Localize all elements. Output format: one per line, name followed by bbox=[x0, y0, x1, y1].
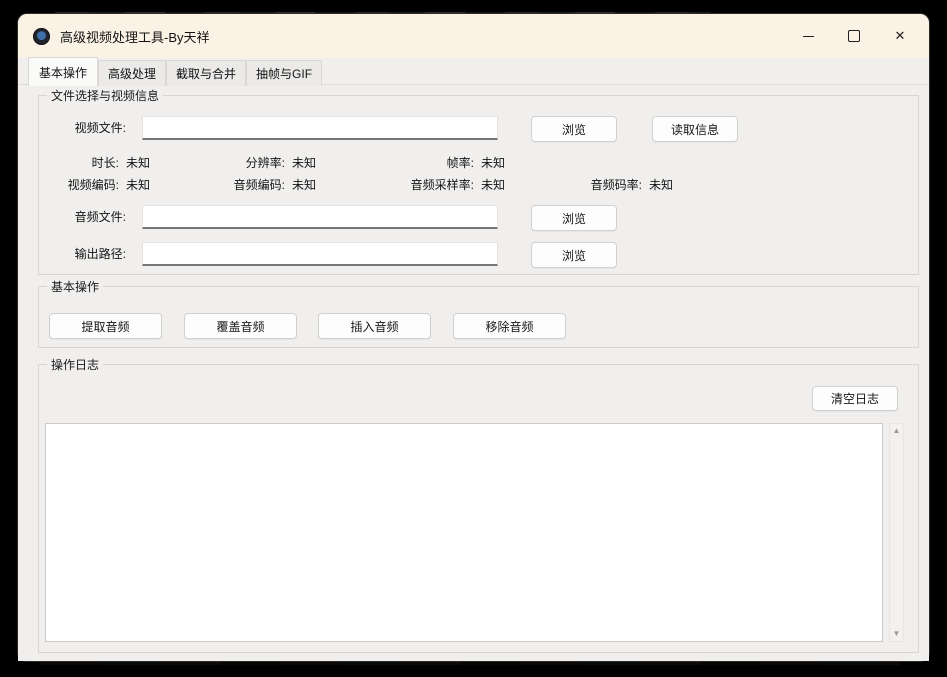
video-info-row-1: 时长: 未知 分辨率: 未知 帧率: 未知 bbox=[49, 154, 537, 171]
duration-value: 未知 bbox=[126, 154, 150, 171]
tab-basic-operations[interactable]: 基本操作 bbox=[28, 57, 98, 86]
audio-file-browse-button[interactable]: 浏览 bbox=[531, 205, 617, 231]
video-file-row: 视频文件: 浏览 读取信息 bbox=[39, 116, 918, 141]
audio-bitrate-value: 未知 bbox=[649, 176, 673, 193]
tab-content-pane: 文件选择与视频信息 视频文件: 浏览 读取信息 时长: 未知 分辨率: 未知 bbox=[18, 84, 929, 661]
log-groupbox: 操作日志 清空日志 ▲ ▼ bbox=[38, 364, 919, 653]
insert-audio-button[interactable]: 插入音频 bbox=[318, 313, 431, 339]
basic-operations-groupbox: 基本操作 提取音频 覆盖音频 插入音频 移除音频 bbox=[38, 286, 919, 348]
file-info-groupbox-title: 文件选择与视频信息 bbox=[47, 87, 163, 104]
audio-samplerate-value: 未知 bbox=[481, 176, 505, 193]
tab-cut-and-merge[interactable]: 截取与合并 bbox=[166, 60, 246, 86]
log-textarea[interactable] bbox=[45, 423, 883, 642]
audio-samplerate-field: 音频采样率: 未知 bbox=[349, 176, 537, 193]
remove-audio-button[interactable]: 移除音频 bbox=[453, 313, 566, 339]
video-file-browse-button[interactable]: 浏览 bbox=[531, 116, 617, 142]
scroll-up-icon[interactable]: ▲ bbox=[893, 424, 901, 438]
duration-label: 时长: bbox=[49, 154, 119, 171]
log-scrollbar[interactable]: ▲ ▼ bbox=[889, 423, 904, 642]
audio-bitrate-field: 音频码率: 未知 bbox=[537, 176, 719, 193]
app-icon bbox=[33, 28, 50, 45]
resolution-value: 未知 bbox=[292, 154, 316, 171]
resolution-label: 分辨率: bbox=[185, 154, 285, 171]
video-codec-label: 视频编码: bbox=[49, 176, 119, 193]
app-window: 高级视频处理工具-By天祥 ✕ 基本操作 高级处理 截取与合并 抽帧与GIF 文… bbox=[18, 14, 929, 661]
log-groupbox-title: 操作日志 bbox=[47, 356, 103, 373]
video-file-label: 视频文件: bbox=[39, 116, 126, 141]
audio-file-row: 音频文件: 浏览 bbox=[39, 205, 918, 230]
video-info-row-2: 视频编码: 未知 音频编码: 未知 音频采样率: 未知 音频码率: 未知 bbox=[49, 176, 719, 193]
output-path-browse-button[interactable]: 浏览 bbox=[531, 242, 617, 268]
duration-field: 时长: 未知 bbox=[49, 154, 185, 171]
audio-codec-value: 未知 bbox=[292, 176, 316, 193]
maximize-icon bbox=[848, 30, 860, 42]
resolution-field: 分辨率: 未知 bbox=[185, 154, 349, 171]
clear-log-button[interactable]: 清空日志 bbox=[812, 386, 898, 411]
file-info-groupbox: 文件选择与视频信息 视频文件: 浏览 读取信息 时长: 未知 分辨率: 未知 bbox=[38, 95, 919, 275]
video-file-input[interactable] bbox=[142, 116, 498, 140]
audio-file-input[interactable] bbox=[142, 205, 498, 229]
overwrite-audio-button[interactable]: 覆盖音频 bbox=[184, 313, 297, 339]
tab-frames-and-gif[interactable]: 抽帧与GIF bbox=[246, 60, 322, 86]
minimize-icon bbox=[803, 36, 814, 37]
minimize-button[interactable] bbox=[785, 14, 831, 58]
window-title: 高级视频处理工具-By天祥 bbox=[60, 27, 210, 46]
audio-codec-label: 音频编码: bbox=[185, 176, 285, 193]
output-path-label: 输出路径: bbox=[39, 242, 126, 267]
basic-operations-groupbox-title: 基本操作 bbox=[47, 278, 103, 295]
output-path-row: 输出路径: 浏览 bbox=[39, 242, 918, 267]
extract-audio-button[interactable]: 提取音频 bbox=[49, 313, 162, 339]
audio-samplerate-label: 音频采样率: bbox=[349, 176, 474, 193]
framerate-label: 帧率: bbox=[349, 154, 474, 171]
video-codec-value: 未知 bbox=[126, 176, 150, 193]
window-controls: ✕ bbox=[785, 14, 929, 58]
audio-file-label: 音频文件: bbox=[39, 205, 126, 230]
framerate-field: 帧率: 未知 bbox=[349, 154, 537, 171]
video-codec-field: 视频编码: 未知 bbox=[49, 176, 185, 193]
audio-bitrate-label: 音频码率: bbox=[537, 176, 642, 193]
tab-bar: 基本操作 高级处理 截取与合并 抽帧与GIF bbox=[18, 58, 929, 85]
close-button[interactable]: ✕ bbox=[877, 14, 923, 58]
output-path-input[interactable] bbox=[142, 242, 498, 266]
read-info-button[interactable]: 读取信息 bbox=[652, 116, 738, 142]
audio-codec-field: 音频编码: 未知 bbox=[185, 176, 349, 193]
maximize-button[interactable] bbox=[831, 14, 877, 58]
framerate-value: 未知 bbox=[481, 154, 505, 171]
scroll-down-icon[interactable]: ▼ bbox=[893, 627, 901, 641]
tab-advanced-processing[interactable]: 高级处理 bbox=[98, 60, 166, 86]
titlebar[interactable]: 高级视频处理工具-By天祥 ✕ bbox=[18, 14, 929, 58]
